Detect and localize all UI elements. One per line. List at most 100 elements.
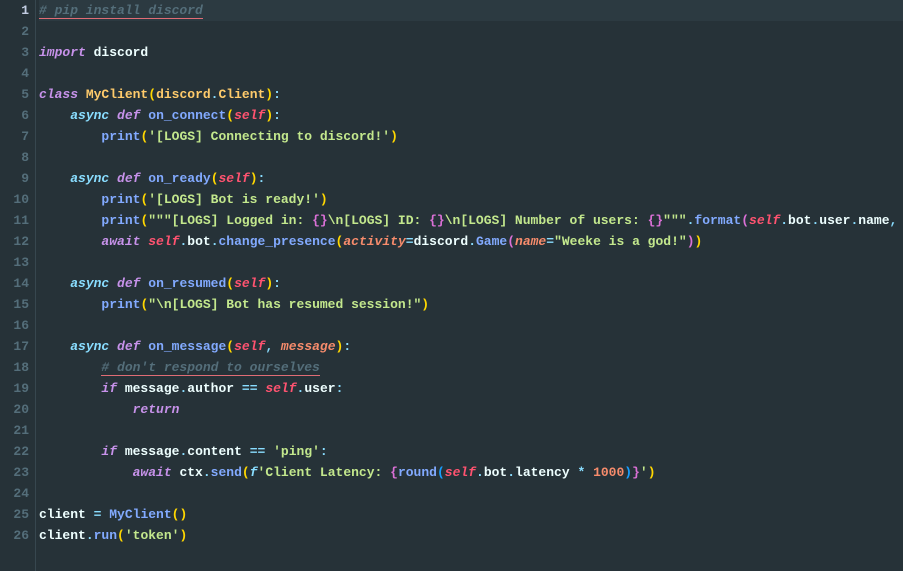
line-number[interactable]: 4 [0, 63, 29, 84]
code-line[interactable]: if message.author == self.user: [39, 378, 903, 399]
code-token: . [211, 234, 219, 249]
line-number[interactable]: 14 [0, 273, 29, 294]
code-token: self [234, 108, 265, 123]
line-number[interactable]: 24 [0, 483, 29, 504]
code-line[interactable] [39, 63, 903, 84]
line-number[interactable]: 7 [0, 126, 29, 147]
code-line[interactable]: print("\n[LOGS] Bot has resumed session!… [39, 294, 903, 315]
line-number[interactable]: 3 [0, 42, 29, 63]
line-number[interactable]: 16 [0, 315, 29, 336]
code-token: print [101, 213, 140, 228]
code-token: f [250, 465, 258, 480]
code-line[interactable]: await ctx.send(f'Client Latency: {round(… [39, 462, 903, 483]
line-number[interactable]: 22 [0, 441, 29, 462]
code-line[interactable]: client = MyClient() [39, 504, 903, 525]
code-token: MyClient [86, 87, 148, 102]
code-token: : [273, 108, 281, 123]
code-line[interactable]: print("""[LOGS] Logged in: {}\n[LOGS] ID… [39, 210, 903, 231]
code-token: 'ping' [273, 444, 320, 459]
code-token: message [281, 339, 336, 354]
code-token: : [343, 339, 351, 354]
code-token: () [172, 507, 188, 522]
code-line[interactable]: async def on_message(self, message): [39, 336, 903, 357]
code-area[interactable]: # pip install discord import discord cla… [36, 0, 903, 571]
code-line[interactable] [39, 420, 903, 441]
code-token: if [101, 381, 117, 396]
code-line[interactable]: # pip install discord [39, 0, 903, 21]
code-line[interactable] [39, 147, 903, 168]
code-token: "Weeke is a god!" [554, 234, 687, 249]
code-line[interactable]: async def on_connect(self): [39, 105, 903, 126]
code-token: bot [187, 234, 210, 249]
code-token: send [211, 465, 242, 480]
code-token: client [39, 507, 94, 522]
line-number[interactable]: 2 [0, 21, 29, 42]
code-token [39, 444, 101, 459]
line-number[interactable]: 20 [0, 399, 29, 420]
code-token: , [265, 339, 281, 354]
code-token: discord [156, 87, 211, 102]
line-number[interactable]: 17 [0, 336, 29, 357]
code-token: ) [250, 171, 258, 186]
code-token: discord [86, 45, 148, 60]
code-token: "\n[LOGS] Bot has resumed session!" [148, 297, 421, 312]
code-line[interactable]: print('[LOGS] Bot is ready!') [39, 189, 903, 210]
code-token: return [133, 402, 180, 417]
code-token: on_resumed [148, 276, 226, 291]
line-number[interactable]: 11 [0, 210, 29, 231]
code-token: ( [226, 276, 234, 291]
code-line[interactable]: async def on_resumed(self): [39, 273, 903, 294]
code-line[interactable]: async def on_ready(self): [39, 168, 903, 189]
line-number[interactable]: 15 [0, 294, 29, 315]
code-token: async [70, 276, 109, 291]
code-line[interactable]: return [39, 399, 903, 420]
code-editor[interactable]: 1234567891011121314151617181920212223242… [0, 0, 903, 571]
code-token: ( [242, 465, 250, 480]
line-number[interactable]: 18 [0, 357, 29, 378]
code-line[interactable]: import discord [39, 42, 903, 63]
line-number[interactable]: 26 [0, 525, 29, 546]
code-token: bot [484, 465, 507, 480]
line-number[interactable]: 5 [0, 84, 29, 105]
code-token: : [273, 276, 281, 291]
line-number[interactable]: 19 [0, 378, 29, 399]
line-number[interactable]: 9 [0, 168, 29, 189]
code-token: print [101, 192, 140, 207]
code-line[interactable]: client.run('token') [39, 525, 903, 546]
code-line[interactable]: await self.bot.change_presence(activity=… [39, 231, 903, 252]
code-line[interactable] [39, 21, 903, 42]
code-token: . [780, 213, 788, 228]
code-line[interactable] [39, 483, 903, 504]
line-number[interactable]: 21 [0, 420, 29, 441]
code-token: . [203, 465, 211, 480]
line-number[interactable]: 12 [0, 231, 29, 252]
code-token [39, 129, 101, 144]
line-number[interactable]: 23 [0, 462, 29, 483]
code-token [78, 87, 86, 102]
code-line[interactable] [39, 252, 903, 273]
code-token: def [117, 276, 140, 291]
code-line[interactable]: if message.content == 'ping': [39, 441, 903, 462]
code-token: change_presence [219, 234, 336, 249]
code-token: ) [320, 192, 328, 207]
code-line[interactable]: class MyClient(discord.Client): [39, 84, 903, 105]
line-number[interactable]: 6 [0, 105, 29, 126]
code-line[interactable] [39, 315, 903, 336]
code-token: class [39, 87, 78, 102]
code-token: """[LOGS] Logged in: [148, 213, 312, 228]
code-token: } [632, 465, 640, 480]
code-line[interactable]: # don't respond to ourselves [39, 357, 903, 378]
line-number[interactable]: 13 [0, 252, 29, 273]
line-number[interactable]: 8 [0, 147, 29, 168]
code-token: self [234, 339, 265, 354]
code-token: # don't respond to ourselves [101, 360, 319, 376]
line-number-gutter[interactable]: 1234567891011121314151617181920212223242… [0, 0, 36, 571]
line-number[interactable]: 1 [0, 0, 29, 21]
line-number[interactable]: 10 [0, 189, 29, 210]
code-token: : [273, 87, 281, 102]
code-token: user [819, 213, 850, 228]
line-number[interactable]: 25 [0, 504, 29, 525]
code-line[interactable]: print('[LOGS] Connecting to discord!') [39, 126, 903, 147]
code-token: ( [507, 234, 515, 249]
code-token [39, 402, 133, 417]
